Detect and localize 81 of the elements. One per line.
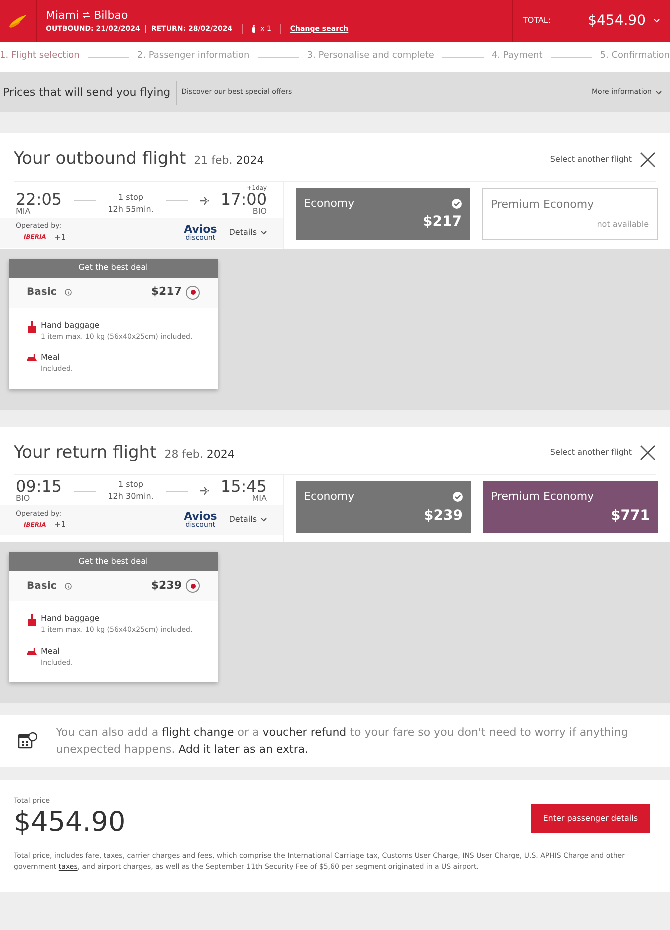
close-icon[interactable]	[640, 445, 656, 462]
check-icon	[453, 492, 463, 502]
fare-name: Economy	[304, 489, 355, 505]
duration-text: 12h 55min.	[108, 204, 154, 216]
fare-price: $217	[151, 284, 182, 300]
fare-option[interactable]: Premium Economy $771	[483, 481, 658, 533]
flight-date: 28 feb. 2024	[164, 446, 235, 462]
fare-price: $771	[611, 506, 650, 526]
calendar-icon	[18, 732, 38, 750]
fare-name: Premium Economy	[491, 489, 594, 505]
details-button[interactable]: Details	[229, 226, 267, 238]
fare-name: Basic	[27, 286, 57, 300]
airport-code: BIO	[252, 208, 268, 216]
departure-time: 22:05	[16, 192, 62, 208]
swap-icon	[83, 12, 90, 20]
meal-icon	[27, 646, 37, 656]
arrival-time: 17:00	[220, 192, 268, 208]
feature-title: Meal	[41, 352, 61, 364]
info-icon	[64, 289, 72, 296]
deal-banner: Get the best deal	[9, 258, 218, 278]
extras-message: You can also add a flight change or a voucher refund to your fare so you don't need to worry if anything unexpected happens. Add it later as an extra.	[56, 725, 630, 758]
radio-button[interactable]	[186, 579, 200, 593]
suitcase-icon	[28, 614, 36, 626]
fare-option[interactable]: Premium Economy not available	[482, 188, 658, 240]
total-label: TOTAL:	[523, 15, 552, 27]
stops-text: 1 stop	[118, 479, 144, 491]
radio-button[interactable]	[186, 286, 200, 300]
feature-title: Hand baggage	[41, 320, 101, 332]
fare-option[interactable]: Economy $239	[296, 481, 471, 533]
info-icon	[64, 582, 72, 590]
airline-count: +1	[54, 519, 66, 532]
destination-city: Bilbao	[94, 8, 128, 24]
fare-name: Economy	[304, 196, 355, 212]
duration-text: 12h 30min.	[108, 491, 154, 503]
chevron-icon	[261, 230, 267, 234]
check-icon	[452, 198, 462, 209]
promo-title: Prices that will send you flying	[3, 80, 177, 104]
chevron-icon	[656, 90, 662, 94]
progress-step: 5. Confirmation	[600, 50, 670, 64]
stops-text: 1 stop	[118, 192, 144, 204]
logo-icon	[7, 13, 29, 29]
progress-step: 4. Payment	[492, 50, 543, 64]
departure-time: 09:15	[16, 479, 62, 495]
fare-price: $239	[151, 578, 182, 594]
airline-count: +1	[54, 232, 66, 244]
chevron-icon	[261, 518, 267, 522]
plane-icon	[200, 196, 209, 204]
meal-icon	[27, 353, 37, 362]
suitcase-icon	[28, 320, 36, 332]
airport-code: BIO	[16, 495, 32, 503]
progress-step: 1. Flight selection	[0, 50, 80, 64]
section-title: Your return flight	[14, 442, 157, 464]
chevron-icon[interactable]	[654, 19, 660, 23]
feature-title: Hand baggage	[41, 613, 101, 625]
airport-code: MIA	[16, 208, 32, 216]
fare-name: Basic	[27, 580, 57, 594]
section-title: Your outbound flight	[14, 148, 186, 171]
arrival-time: 15:45	[220, 479, 268, 495]
deal-banner: Get the best deal	[9, 552, 218, 571]
fare-option[interactable]: Economy $217	[296, 188, 470, 240]
person-icon	[252, 25, 256, 34]
progress-step: 2. Passenger information	[137, 50, 250, 64]
feature-title: Meal	[41, 646, 61, 658]
fare-name: Premium Economy	[491, 196, 594, 212]
enter-passenger-details-button[interactable]: Enter passenger details	[531, 804, 650, 833]
origin-city: Miami	[46, 8, 80, 24]
availability-note: not available	[597, 218, 649, 230]
avios-logo: Avios	[184, 511, 218, 522]
airport-code: MIA	[252, 495, 268, 503]
fare-price: $239	[424, 506, 463, 526]
total-price-amount: $454.90	[14, 806, 126, 838]
details-button[interactable]: Details	[229, 514, 267, 526]
avios-logo: Avios	[184, 224, 218, 234]
select-another-link[interactable]: Select another flight	[550, 154, 632, 166]
flight-date: 21 feb. 2024	[194, 153, 264, 169]
total-price: $454.90	[588, 12, 646, 30]
progress-step: 3. Personalise and complete	[307, 50, 434, 64]
plane-icon	[200, 487, 209, 495]
select-another-link[interactable]: Select another flight	[550, 447, 632, 460]
fare-price: $217	[423, 213, 462, 232]
close-icon[interactable]	[640, 152, 656, 168]
